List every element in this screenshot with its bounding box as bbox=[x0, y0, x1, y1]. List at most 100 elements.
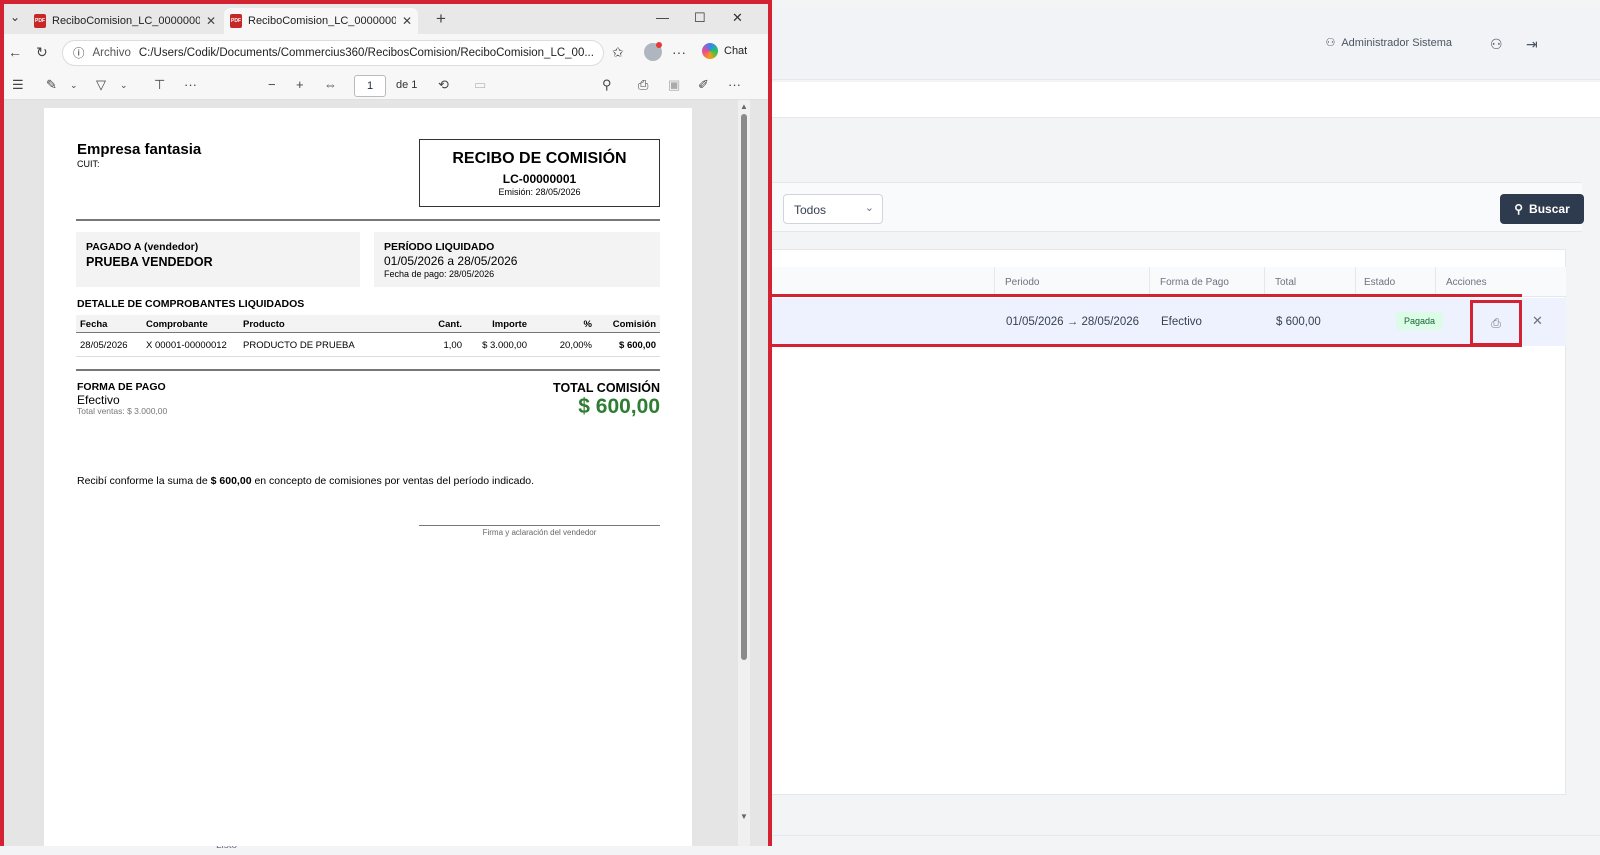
detalle-title: DETALLE DE COMPROBANTES LIQUIDADOS bbox=[77, 298, 305, 310]
more-tools-icon[interactable]: ··· bbox=[184, 77, 197, 92]
detalle-comision: $ 600,00 bbox=[596, 332, 660, 357]
print-icon[interactable]: ⎙ bbox=[638, 77, 648, 93]
pagado-box: PAGADO A (vendedor) PRUEBA VENDEDOR bbox=[76, 232, 360, 287]
column-header-total[interactable]: Total bbox=[1275, 277, 1296, 288]
periodo-title: PERÍODO LIQUIDADO bbox=[384, 241, 495, 253]
url-input[interactable]: ⓘ Archivo C:/Users/Codik/Documents/Comme… bbox=[62, 40, 604, 66]
scrollbar-thumb[interactable] bbox=[741, 114, 747, 660]
column-header-estado[interactable]: Estado bbox=[1364, 277, 1395, 288]
rotate-icon[interactable]: ⟲ bbox=[438, 77, 449, 93]
url-scheme: Archivo bbox=[92, 47, 131, 59]
pdf-file-icon: PDF bbox=[230, 14, 242, 28]
more-options-icon[interactable]: ··· bbox=[672, 44, 686, 60]
save-as-icon[interactable]: ✐ bbox=[698, 77, 709, 93]
liquidaciones-table: Periodo Forma de Pago Total Estado Accio… bbox=[760, 249, 1566, 795]
browser-tab-1[interactable]: PDF ReciboComision_LC_00000001.pdf ✕ bbox=[28, 8, 222, 34]
tab-actions-chevron-icon[interactable]: ⌄ bbox=[10, 10, 20, 24]
table-header: Periodo Forma de Pago Total Estado Accio… bbox=[760, 267, 1566, 297]
back-icon[interactable]: ← bbox=[8, 44, 22, 60]
column-header-forma-pago[interactable]: Forma de Pago bbox=[1160, 277, 1229, 288]
signature-label: Firma y aclaración del vendedor bbox=[482, 528, 597, 537]
column-header-acciones: Acciones bbox=[1446, 277, 1487, 288]
new-tab-icon[interactable]: + bbox=[436, 9, 446, 29]
page-number-input[interactable]: 1 bbox=[354, 75, 386, 97]
detalle-fecha: 28/05/2026 bbox=[76, 332, 142, 357]
app-subheader bbox=[760, 82, 1600, 118]
detalle-importe: $ 3.000,00 bbox=[466, 332, 531, 357]
detalle-col-comprobante: Comprobante bbox=[142, 315, 239, 333]
search-icon[interactable]: ⚲ bbox=[602, 77, 612, 93]
annul-close-icon[interactable]: ✕ bbox=[1532, 313, 1543, 329]
detalle-col-producto: Producto bbox=[239, 315, 401, 333]
divider bbox=[76, 369, 660, 371]
buscar-button[interactable]: ⚲ Buscar bbox=[1500, 194, 1584, 224]
cuit-label: CUIT: bbox=[77, 159, 100, 169]
user-icon: ⚇ bbox=[1325, 37, 1336, 49]
tab-1-label: ReciboComision_LC_00000001.pdf bbox=[52, 15, 200, 27]
pagado-title: PAGADO A (vendedor) bbox=[86, 241, 199, 253]
conformity-amount: $ 600,00 bbox=[210, 475, 252, 487]
favorites-icon[interactable]: ✩ bbox=[612, 44, 624, 61]
highlight-icon[interactable]: ✎ bbox=[46, 77, 57, 93]
zoom-in-icon[interactable]: + bbox=[296, 77, 304, 92]
user-menu[interactable]: ⚇ Administrador Sistema bbox=[1325, 36, 1452, 50]
close-window-icon[interactable]: ✕ bbox=[732, 10, 743, 26]
conformity-pre: Recibí conforme la suma de bbox=[77, 475, 211, 487]
detalle-table: Fecha Comprobante Producto Cant. Importe… bbox=[76, 315, 660, 357]
copilot-icon bbox=[702, 43, 718, 59]
detalle-col-fecha: Fecha bbox=[76, 315, 142, 333]
detalle-col-pct: % bbox=[531, 315, 596, 333]
receipt-number: LC-00000001 bbox=[502, 172, 577, 186]
page-count: de 1 bbox=[396, 79, 418, 91]
detalle-col-comision: Comisión bbox=[596, 315, 660, 333]
favorite-star-icon[interactable]: ☆ bbox=[602, 45, 603, 61]
page-view-icon[interactable]: ▭ bbox=[474, 77, 486, 93]
detalle-producto: PRODUCTO DE PRUEBA bbox=[239, 332, 401, 357]
fit-page-icon[interactable]: ⇔ bbox=[324, 77, 337, 92]
pdf-viewport[interactable]: Empresa fantasia CUIT: RECIBO DE COMISIÓ… bbox=[4, 100, 768, 846]
draw-icon[interactable]: ▽ bbox=[96, 77, 106, 93]
total-comision-title: TOTAL COMISIÓN bbox=[553, 381, 660, 395]
copilot-chat-button[interactable]: Chat bbox=[702, 43, 747, 59]
refresh-icon[interactable]: ↻ bbox=[36, 44, 48, 61]
total-comision-value: $ 600,00 bbox=[578, 395, 660, 418]
scroll-up-icon[interactable]: ▲ bbox=[740, 102, 748, 111]
info-icon: ⓘ bbox=[73, 48, 85, 60]
profile-notification-dot bbox=[656, 42, 662, 48]
switch-user-icon[interactable]: ⚇ bbox=[1490, 36, 1503, 53]
close-tab-icon[interactable]: ✕ bbox=[402, 14, 412, 28]
chevron-down-icon[interactable]: ⌄ bbox=[70, 80, 78, 91]
save-icon[interactable]: ▣ bbox=[668, 77, 680, 93]
address-bar: ← ↻ ⓘ Archivo C:/Users/Codik/Documents/C… bbox=[4, 34, 768, 70]
minimize-icon[interactable]: — bbox=[656, 10, 669, 25]
browser-tab-2[interactable]: PDF ReciboComision_LC_00000001.pdf ✕ bbox=[224, 8, 418, 34]
maximize-icon[interactable]: ☐ bbox=[694, 10, 706, 26]
periodo-box: PERÍODO LIQUIDADO 01/05/2026 a 28/05/202… bbox=[374, 232, 660, 287]
estado-filter-select[interactable]: Todos ⌄ bbox=[783, 194, 883, 224]
total-ventas: Total ventas: $ 3.000,00 bbox=[77, 406, 168, 416]
periodo-value: 01/05/2026 a 28/05/2026 bbox=[384, 254, 518, 268]
detalle-cant: 1,00 bbox=[401, 332, 466, 357]
contents-list-icon[interactable]: ☰ bbox=[12, 77, 24, 93]
close-tab-icon[interactable]: ✕ bbox=[206, 14, 216, 28]
url-text: C:/Users/Codik/Documents/Commercius360/R… bbox=[138, 47, 594, 59]
search-icon: ⚲ bbox=[1514, 202, 1524, 216]
pdf-toolbar: ☰ ✎ ⌄ ▽ ⌄ ⊤ ··· − + ⇔ 1 de 1 ⟲ ▭ ⚲ ⎙ ▣ ✐… bbox=[4, 70, 768, 100]
chat-label: Chat bbox=[724, 45, 748, 57]
table-row[interactable]: 01/05/2026 → 28/05/2026 Efectivo $ 600,0… bbox=[760, 298, 1566, 346]
print-receipt-button[interactable]: ⎙ bbox=[1470, 300, 1522, 346]
buscar-label: Buscar bbox=[1529, 202, 1570, 216]
more-options-icon[interactable]: ··· bbox=[728, 77, 741, 92]
zoom-out-icon[interactable]: − bbox=[268, 77, 276, 92]
chevron-down-icon[interactable]: ⌄ bbox=[120, 80, 128, 91]
logout-icon[interactable]: ⇥ bbox=[1526, 36, 1538, 53]
chevron-down-icon: ⌄ bbox=[864, 202, 874, 214]
company-name: Empresa fantasia bbox=[77, 141, 202, 158]
detalle-col-importe: Importe bbox=[466, 315, 531, 333]
cell-forma-pago: Efectivo bbox=[1161, 316, 1202, 328]
receipt-title: RECIBO DE COMISIÓN bbox=[452, 150, 627, 167]
conformity-post: en concepto de comisiones por ventas del… bbox=[251, 475, 535, 487]
scroll-down-icon[interactable]: ▼ bbox=[740, 812, 748, 821]
column-header-periodo[interactable]: Periodo bbox=[1005, 277, 1039, 288]
text-box-icon[interactable]: ⊤ bbox=[154, 77, 165, 93]
